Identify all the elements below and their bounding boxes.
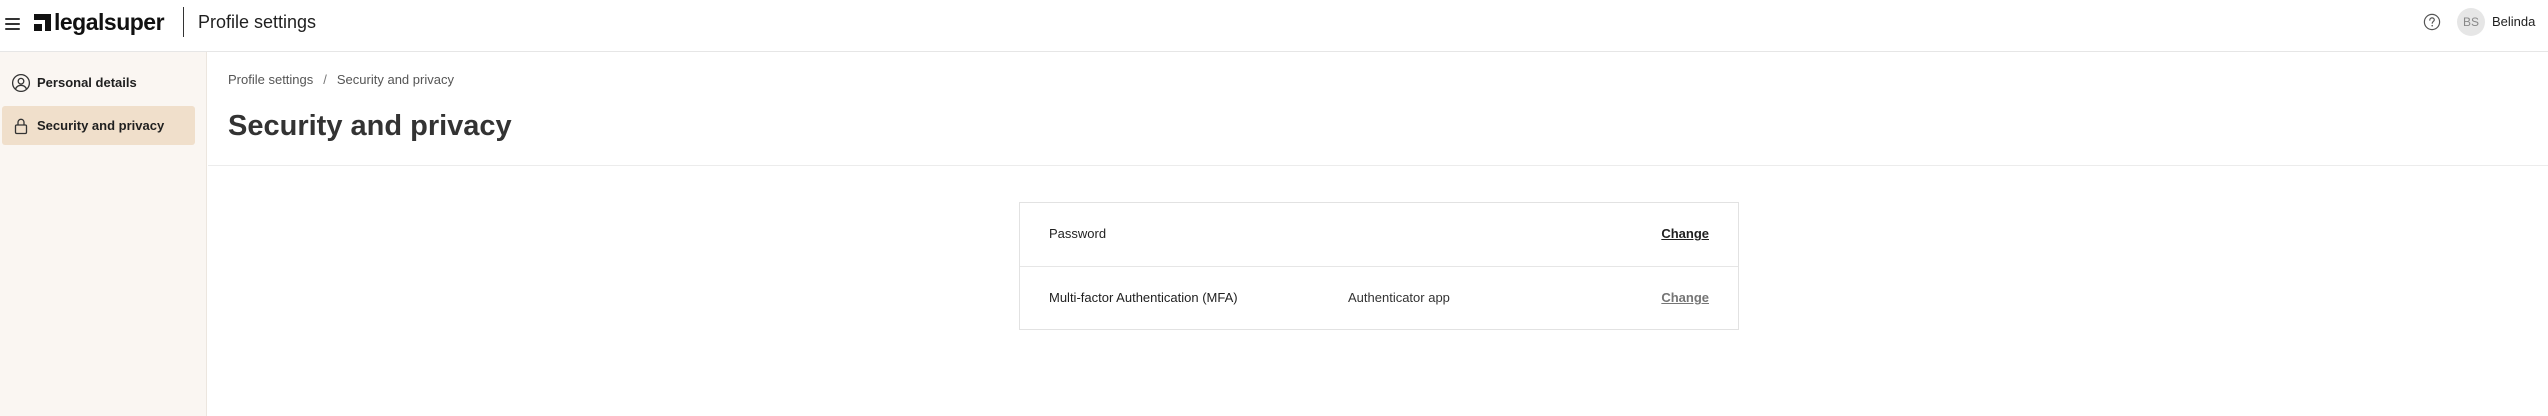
sidebar-item-personal-details[interactable]: Personal details xyxy=(2,63,195,102)
mfa-value: Authenticator app xyxy=(1348,290,1450,305)
breadcrumb-link-profile-settings[interactable]: Profile settings xyxy=(228,72,313,88)
mfa-row: Multi-factor Authentication (MFA) Authen… xyxy=(1020,266,1738,329)
sidebar: Personal details Security and privacy xyxy=(0,52,207,416)
page-header: Profile settings / Security and privacy … xyxy=(208,52,2548,166)
sidebar-item-label: Personal details xyxy=(37,74,137,90)
avatar[interactable]: BS xyxy=(2457,8,2485,36)
page-title: Security and privacy xyxy=(228,110,512,142)
sidebar-item-label: Security and privacy xyxy=(37,117,165,133)
change-mfa-button[interactable]: Change xyxy=(1661,290,1709,306)
security-settings-card: Password Change Multi-factor Authenticat… xyxy=(1019,202,1739,330)
brand-logo[interactable]: legalsuper xyxy=(34,7,165,37)
header-divider xyxy=(183,7,184,37)
brand-name: legalsuper xyxy=(54,8,165,35)
password-label: Password xyxy=(1049,226,1107,241)
sidebar-item-security-and-privacy[interactable]: Security and privacy xyxy=(2,106,195,145)
top-bar: legalsuper Profile settings BS Belinda xyxy=(0,0,2548,52)
change-password-button[interactable]: Change xyxy=(1661,226,1709,242)
user-circle-icon xyxy=(11,73,31,92)
menu-icon[interactable] xyxy=(5,15,23,33)
app-title: Profile settings xyxy=(198,12,317,32)
lock-icon xyxy=(14,118,28,134)
breadcrumb-current: Security and privacy xyxy=(336,72,454,87)
brand-mark-icon xyxy=(34,13,51,31)
help-icon[interactable] xyxy=(2423,13,2441,31)
user-name[interactable]: Belinda xyxy=(2492,14,2535,30)
mfa-label: Multi-factor Authentication (MFA) xyxy=(1049,290,1238,305)
password-row: Password Change xyxy=(1020,203,1738,266)
breadcrumb-separator: / xyxy=(323,72,327,87)
breadcrumb: Profile settings / Security and privacy xyxy=(228,72,454,88)
